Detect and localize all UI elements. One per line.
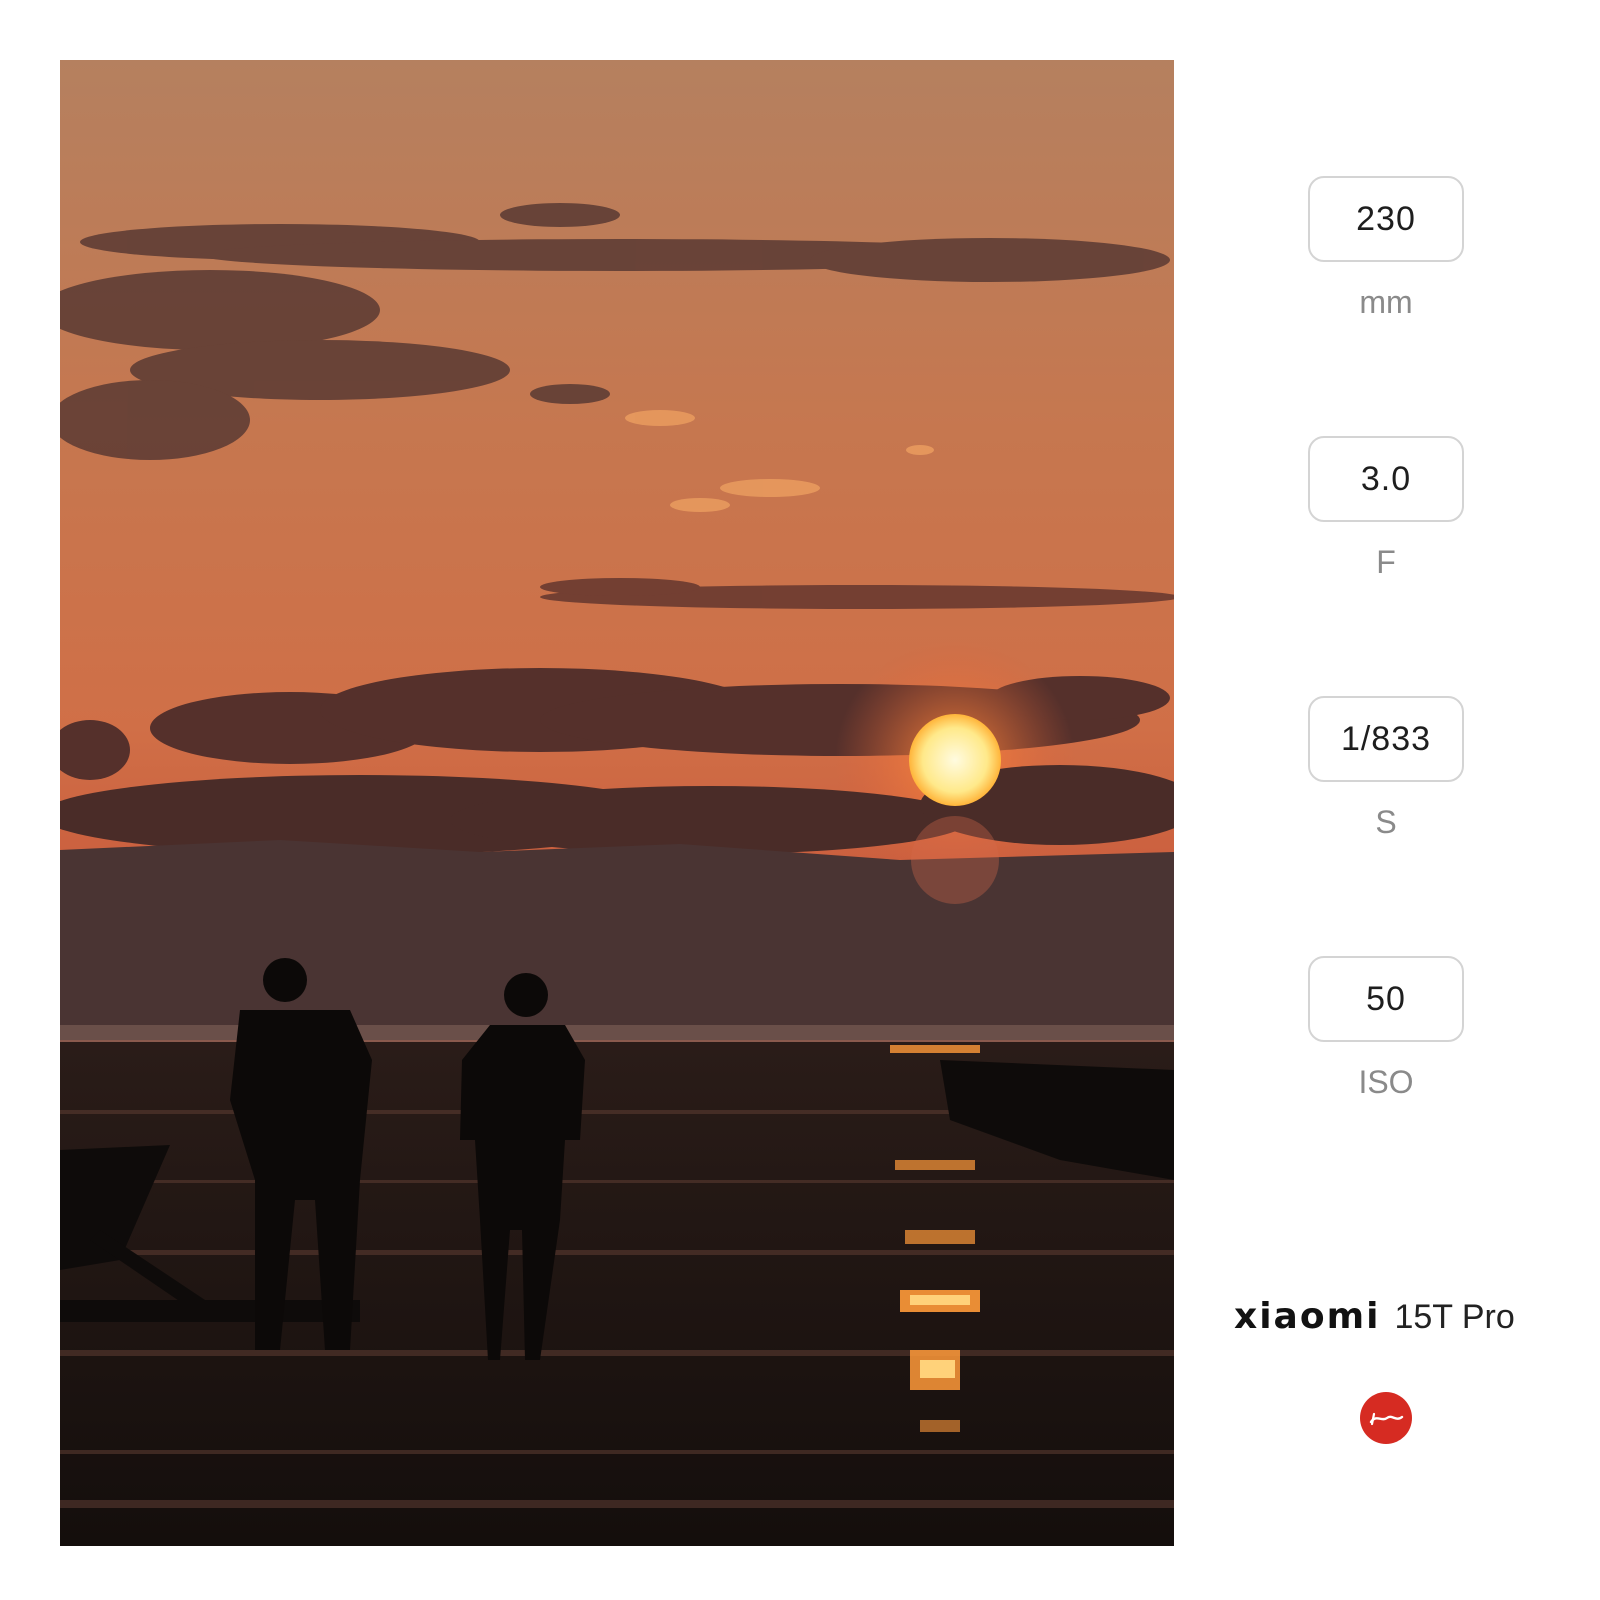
focal-length-value: 230	[1308, 176, 1464, 262]
aperture-value: 3.0	[1308, 436, 1464, 522]
camera-brand: xiaomi 15T Pro	[1234, 1296, 1574, 1337]
aperture-unit: F	[1376, 544, 1396, 580]
shutter-value: 1/833	[1308, 696, 1464, 782]
iso-value: 50	[1308, 956, 1464, 1042]
leica-logo-icon	[1360, 1392, 1412, 1444]
shutter-spec: 1/833 S	[1308, 696, 1464, 841]
shutter-unit: S	[1375, 804, 1397, 840]
aperture-spec: 3.0 F	[1308, 436, 1464, 581]
sunset-photo	[60, 60, 1174, 1546]
exif-panel: 230 mm 3.0 F 1/833 S 50 ISO xiaomi 15T P…	[1174, 0, 1600, 1600]
camera-model: 15T Pro	[1394, 1298, 1515, 1336]
xiaomi-logo: xiaomi	[1234, 1296, 1381, 1337]
iso-spec: 50 ISO	[1308, 956, 1464, 1101]
sunset-photo-graphic	[60, 60, 1174, 1546]
focal-length-unit: mm	[1359, 284, 1413, 320]
focal-length-spec: 230 mm	[1308, 176, 1464, 321]
iso-unit: ISO	[1358, 1064, 1414, 1100]
photo-card: 230 mm 3.0 F 1/833 S 50 ISO xiaomi 15T P…	[0, 0, 1600, 1600]
